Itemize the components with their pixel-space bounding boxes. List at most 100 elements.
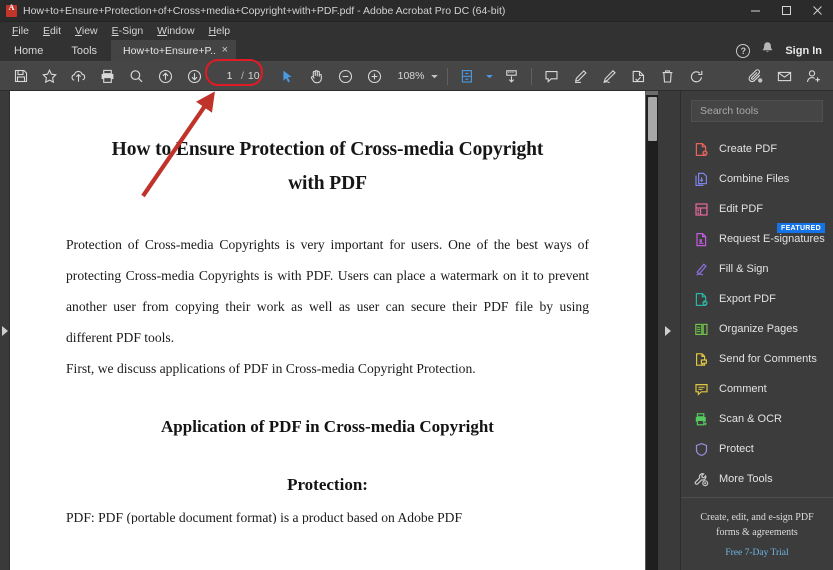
document-title-line2: with PDF [288, 173, 367, 195]
document-scrollbar[interactable] [645, 91, 659, 570]
menu-window-rest: indow [167, 24, 195, 37]
zoom-out-icon[interactable] [331, 64, 360, 89]
tab-document-label: How+to+Ensure+P... [123, 44, 215, 57]
next-page-icon[interactable] [180, 64, 209, 89]
page-separator: / [241, 70, 244, 82]
fit-page-icon[interactable] [453, 64, 482, 89]
tool-scan-and-ocr[interactable]: Scan & OCR [681, 404, 833, 434]
tool-send-for-comments[interactable]: Send for Comments [681, 344, 833, 374]
menu-window[interactable]: Window [150, 23, 201, 40]
tool-label: Send for Comments [719, 353, 817, 365]
help-icon[interactable]: ? [736, 43, 751, 58]
close-button[interactable] [802, 0, 833, 22]
document-heading2-line1: Application of PDF in Cross-media Copyri… [161, 417, 494, 437]
tool-organize-pages[interactable]: Organize Pages [681, 314, 833, 344]
menu-file[interactable]: File [5, 23, 36, 40]
minimize-button[interactable] [740, 0, 771, 22]
menu-file-rest: ile [18, 24, 29, 37]
document-viewport[interactable]: How to Ensure Protection of Cross-media … [10, 91, 645, 570]
zoom-level-label[interactable]: 108% [389, 70, 428, 82]
export-pdf-icon [693, 291, 710, 308]
share-person-icon[interactable] [799, 64, 828, 89]
tool-protect[interactable]: Protect [681, 434, 833, 464]
expand-left-panel-icon[interactable] [2, 325, 8, 336]
tool-fill-and-sign[interactable]: Fill & Sign [681, 254, 833, 284]
zoom-search-icon[interactable] [122, 64, 151, 89]
zoom-in-icon[interactable] [360, 64, 389, 89]
tab-bar: Home Tools How+to+Ensure+P... × ? Sign I… [0, 40, 833, 62]
scrollbar-thumb[interactable] [648, 97, 657, 141]
tool-label: Combine Files [719, 173, 790, 185]
menu-esign-rest: -Sign [118, 24, 144, 37]
fill-and-sign-icon [693, 261, 710, 278]
tab-tools[interactable]: Tools [57, 40, 111, 61]
tool-combine-files[interactable]: Combine Files [681, 164, 833, 194]
add-to-favorites-icon[interactable] [35, 64, 64, 89]
send-for-comments-icon [693, 351, 710, 368]
search-input[interactable] [700, 105, 814, 117]
upload-cloud-icon[interactable] [64, 64, 93, 89]
tool-label: Protect [719, 443, 754, 455]
tool-label: Request E-signatures [719, 233, 825, 245]
print-icon[interactable] [93, 64, 122, 89]
draw-icon[interactable] [595, 64, 624, 89]
combine-files-icon [693, 171, 710, 188]
maximize-button[interactable] [771, 0, 802, 22]
right-panel-collapse-strip[interactable] [658, 91, 680, 570]
left-panel-collapsed[interactable] [0, 91, 10, 570]
document-paragraph-1: Protection of Cross-media Copyrights is … [66, 237, 589, 346]
stamp-icon[interactable] [624, 64, 653, 89]
edit-pdf-icon [693, 201, 710, 218]
menu-help-rest: elp [216, 24, 231, 37]
rotate-icon[interactable] [682, 64, 711, 89]
close-icon[interactable]: × [222, 45, 228, 56]
sign-in-button[interactable]: Sign In [785, 45, 825, 57]
menu-help[interactable]: Help [202, 23, 238, 40]
hand-tool-icon[interactable] [302, 64, 331, 89]
tool-request-esignatures[interactable]: Request E-signatures FEATURED [681, 223, 833, 254]
toolbar-divider [447, 67, 449, 85]
tab-document[interactable]: How+to+Ensure+P... × [111, 40, 237, 61]
highlight-icon[interactable] [566, 64, 595, 89]
pdf-page: How to Ensure Protection of Cross-media … [10, 91, 645, 570]
tool-label: Create PDF [719, 143, 778, 155]
menu-edit[interactable]: Edit [36, 23, 68, 40]
tool-label: More Tools [719, 473, 773, 485]
free-trial-link[interactable]: Free 7-Day Trial [691, 548, 823, 558]
add-comment-icon[interactable] [537, 64, 566, 89]
search-tools-box[interactable] [691, 100, 823, 122]
expand-right-panel-icon[interactable] [665, 325, 671, 336]
title-bar: How+to+Ensure+Protection+of+Cross+media+… [0, 0, 833, 22]
delete-icon[interactable] [653, 64, 682, 89]
tools-panel: Create PDF Combine Files [680, 91, 833, 570]
tool-label: Comment [719, 383, 767, 395]
previous-page-icon[interactable] [151, 64, 180, 89]
tool-comment[interactable]: Comment [681, 374, 833, 404]
select-cursor-icon[interactable] [273, 64, 302, 89]
toolbar-divider-2 [531, 67, 533, 85]
menu-esign[interactable]: E-Sign [105, 23, 151, 40]
page-scroll-icon[interactable] [497, 64, 526, 89]
more-tools-icon [693, 471, 710, 488]
tool-label: Scan & OCR [719, 413, 782, 425]
comment-icon [693, 381, 710, 398]
fit-page-chevron-down-icon[interactable] [482, 65, 497, 87]
tool-edit-pdf[interactable]: Edit PDF [681, 194, 833, 224]
notification-bell-icon[interactable] [761, 41, 774, 60]
tool-export-pdf[interactable]: Export PDF [681, 284, 833, 314]
tool-more-tools[interactable]: More Tools [681, 464, 833, 494]
menu-view[interactable]: View [68, 23, 105, 40]
page-total-label: 10 [247, 70, 260, 82]
page-navigation[interactable]: 1 / 10 [215, 68, 267, 84]
page-number-field[interactable]: 1 [222, 70, 237, 82]
save-icon[interactable] [6, 64, 35, 89]
organize-pages-icon [693, 321, 710, 338]
email-icon[interactable] [770, 64, 799, 89]
protect-shield-icon [693, 441, 710, 458]
attach-file-icon[interactable] [741, 64, 770, 89]
tab-home[interactable]: Home [0, 40, 57, 61]
zoom-chevron-down-icon[interactable] [427, 65, 442, 87]
main-toolbar: 1 / 10 108% [0, 62, 833, 91]
tool-create-pdf[interactable]: Create PDF [681, 134, 833, 164]
document-heading2-line2: Protection: [287, 474, 368, 494]
